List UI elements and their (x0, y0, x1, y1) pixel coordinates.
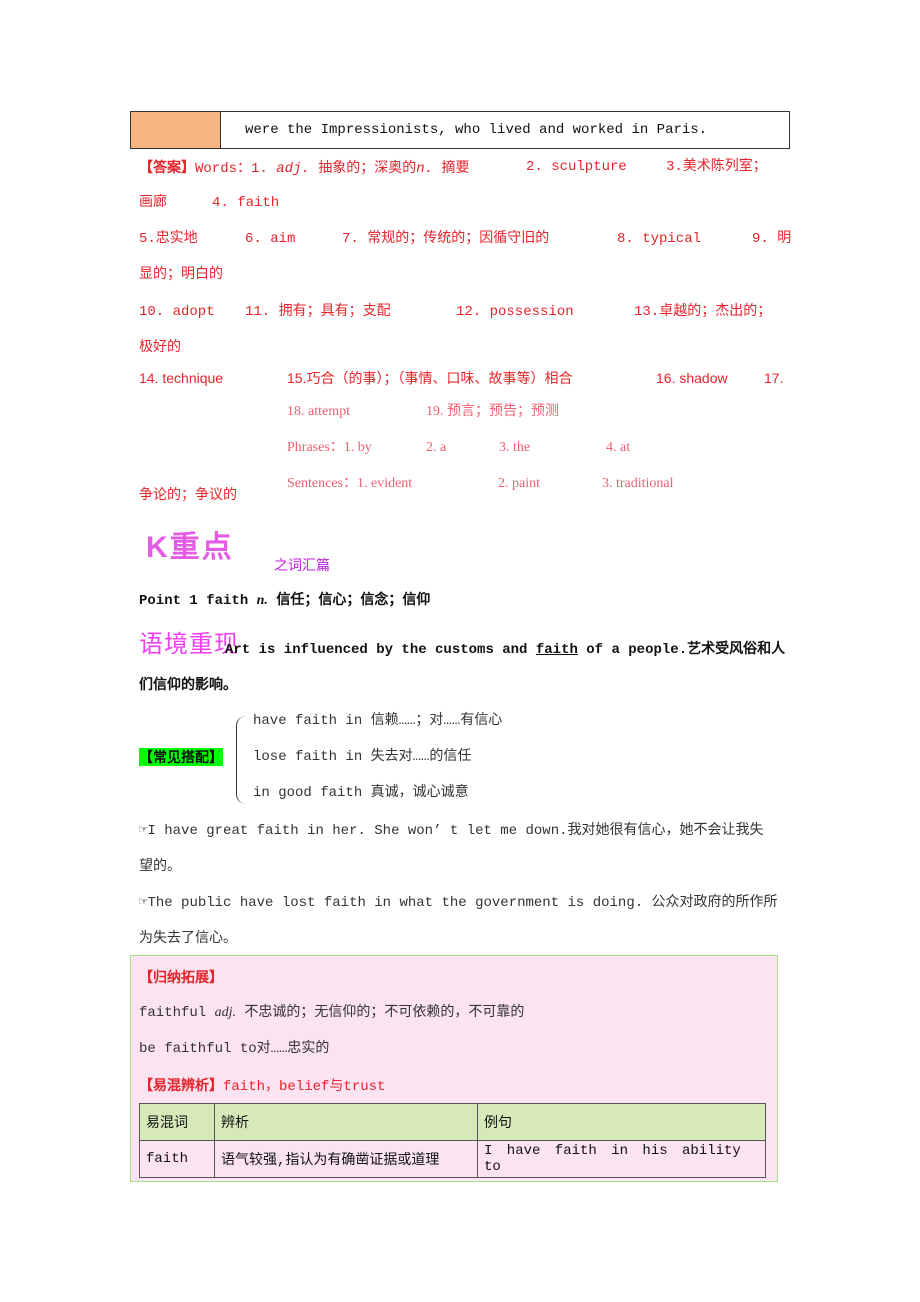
answer-3-cont: 画廊 (139, 195, 167, 211)
answer-9-cont: 显的；明白的 (139, 267, 223, 283)
answer-4: 4. faith (212, 195, 280, 211)
answer-9: 9. 明 (752, 231, 792, 247)
answer-18: 18. attempt (287, 404, 350, 419)
comparison-table: 易混词 辨析 例句 faith 语气较强,指认为有确凿证据或道理 I have … (139, 1103, 766, 1178)
collocations-label: 【常见搭配】 (139, 748, 223, 766)
phrases-4: 4. at (606, 440, 631, 455)
answer-7: 7. 常规的；传统的；因循守旧的 (342, 231, 550, 247)
table-row: faith 语气较强,指认为有确凿证据或道理 I have faith in h… (139, 1140, 766, 1178)
shaded-cell (131, 112, 221, 148)
answer-15: 15.巧合（的事）；（事情、口味、故事等）相合 (287, 370, 573, 386)
example-2: ☞The public have lost faith in what the … (139, 895, 778, 911)
context-sentence-cont: 们信仰的影响。 (139, 678, 237, 694)
answer-6: 6. aim (245, 231, 296, 247)
answer-17: 17. (764, 370, 784, 386)
document-page: were the Impressionists, who lived and w… (0, 0, 920, 1302)
sentences-2: 2. paint (498, 476, 540, 491)
table-cell: I have faith in his ability to (477, 1140, 766, 1178)
collocation-item: have faith in 信赖……；对……有信心 (253, 713, 503, 729)
answer-11: 11. 拥有；具有；支配 (245, 304, 391, 320)
answer-8: 8. typical (617, 231, 702, 247)
phrases-3: 3. the (499, 440, 531, 455)
section-title: 之词汇篇 (274, 557, 330, 573)
answer-13-cont: 极好的 (139, 340, 181, 356)
answer-13: 13.卓越的；杰出的； (634, 304, 772, 320)
answer-5: 5.忠实地 (139, 231, 198, 247)
phrases-2: 2. a (426, 440, 447, 455)
context-logo: 语境重现 (139, 630, 239, 658)
example-2-cont: 为失去了信心。 (139, 931, 237, 947)
answer-17-cont: 争论的；争议的 (139, 488, 237, 504)
table-cell: faith (139, 1140, 215, 1178)
table-row-fragment: were the Impressionists, who lived and w… (130, 111, 790, 149)
answer-line-1: 【答案】Words：1. adj. 抽象的；深奥的n. 摘要 (139, 159, 470, 177)
collocation-item: lose faith in 失去对……的信任 (253, 749, 472, 765)
sentences-1: Sentences：1. evident (287, 476, 413, 491)
sentence-cell: were the Impressionists, who lived and w… (245, 122, 708, 138)
answer-2: 2. sculpture (526, 159, 627, 175)
key-points-logo: K重点 (146, 531, 234, 564)
example-1: ☞I have great faith in her. She won’ t l… (139, 823, 764, 839)
sentences-3: 3. traditional (602, 476, 674, 491)
brace (236, 716, 247, 804)
table-header: 例句 (477, 1103, 766, 1141)
point-heading: Point 1 faith n. 信任；信心；信念；信仰 (139, 593, 431, 609)
answer-12: 12. possession (456, 304, 574, 320)
answer-3: 3.美术陈列室； (666, 159, 767, 175)
context-sentence: Art is influenced by the customs and fai… (225, 642, 786, 658)
answer-14: 14. technique (139, 370, 224, 386)
table-cell: 语气较强,指认为有确凿证据或道理 (214, 1140, 478, 1178)
answer-10: 10. adopt (139, 304, 215, 320)
table-header: 辨析 (214, 1103, 478, 1141)
table-header: 易混词 (139, 1103, 215, 1141)
confusion-heading: 【易混辨析】faith，belief与trust (139, 1077, 386, 1095)
summary-line-1: faithful adj. 不忠诚的；无信仰的；不可依赖的，不可靠的 (139, 1005, 525, 1021)
phrases-1: Phrases：1. by (287, 440, 372, 455)
summary-label: 【归纳拓展】 (139, 969, 223, 985)
table-header-row: 易混词 辨析 例句 (139, 1103, 766, 1141)
collocation-item: in good faith 真诚，诚心诚意 (253, 785, 469, 801)
answer-16: 16. shadow (656, 370, 728, 386)
example-1-cont: 望的。 (139, 859, 181, 875)
summary-line-2: be faithful to对……忠实的 (139, 1041, 330, 1057)
answer-19: 19. 预言；预告；预测 (426, 404, 559, 419)
